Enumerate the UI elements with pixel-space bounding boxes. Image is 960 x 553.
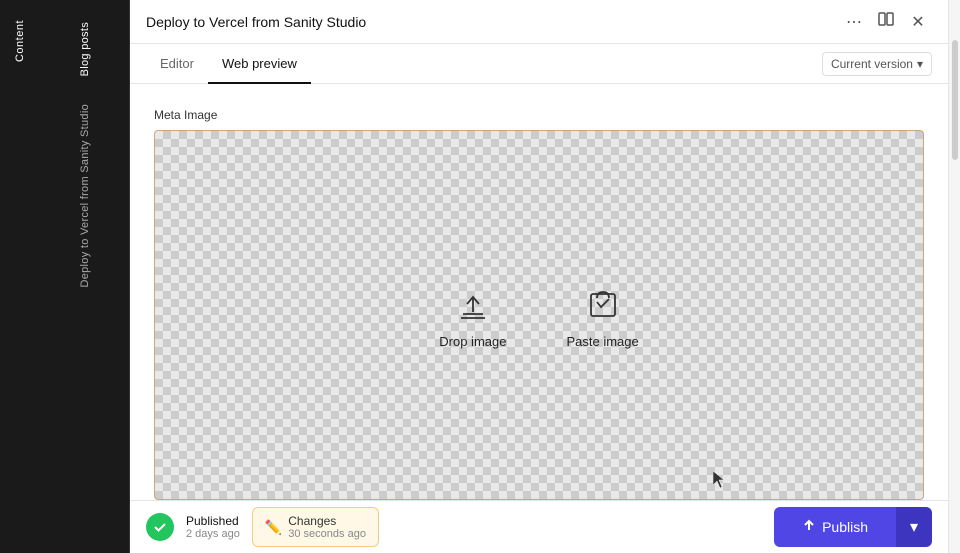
cursor-position: [713, 471, 725, 494]
footer-bar: Published 2 days ago ✏️ Changes 30 secon…: [130, 500, 948, 553]
publish-button-group: Publish ▾: [774, 507, 932, 547]
image-upload-zone[interactable]: Drop image Paste image: [154, 130, 924, 500]
status-label: Published: [186, 514, 240, 528]
scroll-thumb[interactable]: [952, 40, 958, 160]
split-icon: [878, 11, 894, 32]
version-selector[interactable]: Current version ▾: [822, 52, 932, 76]
sidebar-second: Blog posts Deploy to Vercel from Sanity …: [40, 0, 130, 553]
paste-image-label: Paste image: [566, 334, 638, 349]
more-options-button[interactable]: ⋯: [840, 8, 868, 36]
upload-icon: [451, 282, 495, 326]
tab-web-preview[interactable]: Web preview: [208, 44, 311, 84]
titlebar-actions: ⋯ ✕: [840, 8, 932, 36]
drop-image-option: Drop image: [439, 282, 506, 349]
page-title: Deploy to Vercel from Sanity Studio: [146, 14, 832, 30]
field-label-meta-image: Meta Image: [154, 108, 924, 122]
main-panel: Deploy to Vercel from Sanity Studio ⋯ ✕ …: [130, 0, 948, 553]
sidebar-item-deploy[interactable]: Deploy to Vercel from Sanity Studio: [71, 90, 99, 302]
version-label: Current version: [831, 57, 913, 71]
close-icon: ✕: [911, 12, 924, 32]
changes-info: Changes 30 seconds ago: [288, 514, 366, 540]
changes-badge[interactable]: ✏️ Changes 30 seconds ago: [252, 507, 379, 547]
status-info: Published 2 days ago: [186, 514, 240, 540]
paste-icon: [581, 282, 625, 326]
chevron-down-icon: ▾: [917, 57, 923, 71]
paste-image-option: Paste image: [566, 282, 638, 349]
close-button[interactable]: ✕: [904, 8, 932, 36]
publish-label: Publish: [822, 519, 868, 535]
drop-image-label: Drop image: [439, 334, 506, 349]
tabs-bar: Editor Web preview Current version ▾: [130, 44, 948, 84]
chevron-down-publish-icon: ▾: [910, 517, 918, 537]
status-time: 2 days ago: [186, 528, 240, 540]
sidebar-item-content[interactable]: Content: [8, 8, 32, 74]
scrollbar-pane[interactable]: [948, 0, 960, 553]
sidebar-left: Content: [0, 0, 40, 553]
pencil-icon: ✏️: [265, 519, 282, 536]
sidebar-item-blog-posts[interactable]: Blog posts: [71, 8, 99, 90]
content-area: Meta Image Drop image: [130, 84, 948, 553]
publish-up-icon: [802, 519, 816, 536]
changes-label: Changes: [288, 514, 366, 528]
more-icon: ⋯: [846, 12, 862, 32]
titlebar: Deploy to Vercel from Sanity Studio ⋯ ✕: [130, 0, 948, 44]
publish-dropdown-button[interactable]: ▾: [896, 507, 932, 547]
tab-editor[interactable]: Editor: [146, 44, 208, 84]
published-badge: [146, 513, 174, 541]
split-view-button[interactable]: [872, 8, 900, 36]
publish-button[interactable]: Publish: [774, 507, 896, 547]
changes-time: 30 seconds ago: [288, 528, 366, 540]
